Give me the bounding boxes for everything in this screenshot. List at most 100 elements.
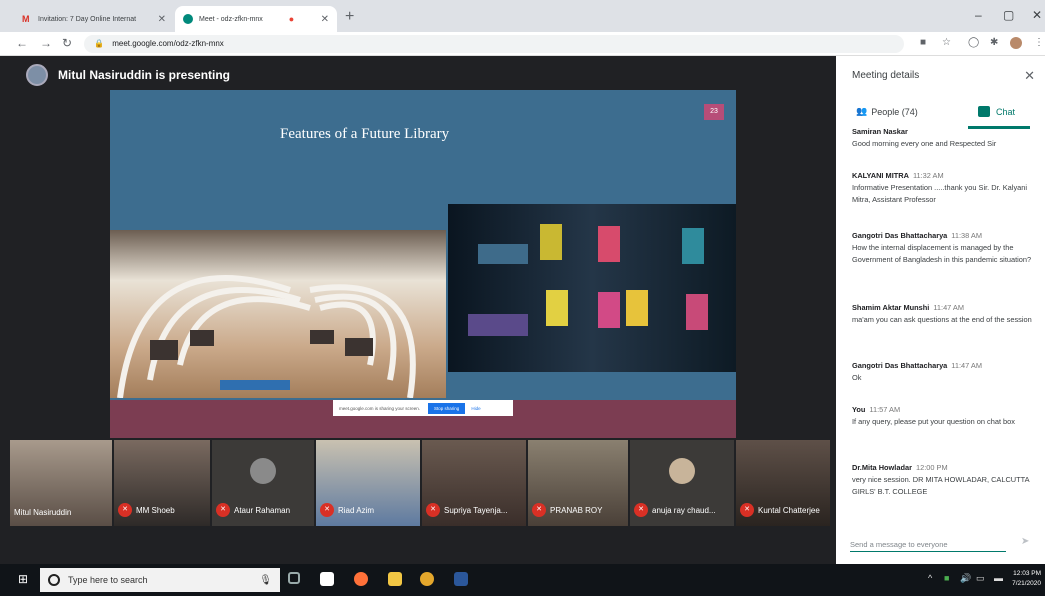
stop-sharing-button[interactable]: Stop sharing	[428, 402, 466, 414]
new-tab-button[interactable]: +	[345, 8, 354, 26]
book	[546, 290, 568, 326]
chat-message: KALYANI MITRA 11:32 AM Informative Presen…	[852, 170, 1040, 206]
library-interior-image	[110, 230, 446, 399]
network-icon[interactable]: ▭	[976, 573, 985, 584]
menu-dots-icon[interactable]: ⋮	[1034, 37, 1044, 48]
slide-number: 23	[704, 104, 724, 120]
url-text: meet.google.com/odz-zfkn-mnx	[112, 39, 224, 48]
participant-tile[interactable]: ✕ Supriya Tayenja...	[422, 440, 526, 526]
word-icon[interactable]	[454, 572, 468, 586]
chat-message: You 11:57 AM If any query, please put you…	[852, 404, 1040, 428]
taskbar-clock[interactable]: 12:03 PM 7/21/2020	[1012, 569, 1041, 589]
shared-slide: Features of a Future Library 23 meet.goo…	[110, 90, 736, 438]
message-text: If any query, please put your question o…	[852, 417, 1015, 426]
windows-taskbar: ⊞ Type here to search 🎙 ^ ■ 🔊 ▭ ▬ 12:03 …	[0, 564, 1045, 596]
minimize-button[interactable]: –	[975, 8, 982, 22]
recording-indicator-icon: ●	[288, 14, 295, 24]
participant-name: PRANAB ROY	[550, 505, 603, 515]
meet-icon	[183, 14, 193, 24]
task-view-icon[interactable]	[288, 572, 300, 584]
mic-off-icon: ✕	[118, 503, 132, 517]
chat-messages: Samiran Naskar Good morning every one an…	[852, 126, 1040, 518]
forward-icon[interactable]: →	[40, 36, 52, 50]
message-sender: You	[852, 405, 866, 414]
participant-name: Ataur Rahaman	[234, 505, 291, 515]
keyboard-icon[interactable]: ▬	[994, 573, 1003, 583]
chat-message: Samiran Naskar Good morning every one an…	[852, 126, 1040, 150]
chrome-icon[interactable]	[420, 572, 434, 586]
taskbar-search[interactable]: Type here to search 🎙	[40, 568, 280, 592]
chat-message-input[interactable]: Send a message to everyone	[850, 534, 1006, 552]
tray-chevron-icon[interactable]: ^	[928, 573, 932, 583]
message-text: very nice session. DR MITA HOWLADAR, CAL…	[852, 475, 1030, 496]
participant-tile[interactable]: ✕ Riad Azim	[316, 440, 420, 526]
send-icon[interactable]: ➤	[1021, 536, 1029, 547]
library-arches-drawing	[117, 274, 416, 399]
mic-off-icon: ✕	[426, 503, 440, 517]
participant-tile[interactable]: Mitul Nasiruddin	[10, 440, 112, 526]
close-window-button[interactable]: ✕	[1032, 8, 1042, 22]
participant-name: anuja ray chaud...	[652, 505, 716, 515]
message-text: ma'am you can ask questions at the end o…	[852, 315, 1032, 324]
browser-tab-bar: M Invitation: 7 Day Online Internat ✕ Me…	[0, 0, 1045, 32]
message-sender: Shamim Aktar Munshi	[852, 303, 930, 312]
participant-tile[interactable]: ✕ Ataur Rahaman	[212, 440, 314, 526]
maximize-button[interactable]: ▢	[1003, 8, 1014, 22]
book	[478, 244, 528, 264]
participant-tile[interactable]: ✕ PRANAB ROY	[528, 440, 628, 526]
volume-icon[interactable]: 🔊	[960, 573, 971, 584]
message-time: 11:57 AM	[869, 405, 901, 414]
mic-off-icon: ✕	[320, 503, 334, 517]
clock-time: 12:03 PM	[1013, 570, 1041, 577]
participant-tile[interactable]: ✕ MM Shoeb	[114, 440, 210, 526]
tray-app-icon[interactable]: ■	[944, 573, 949, 583]
message-sender: Gangotri Das Bhattacharya	[852, 231, 948, 240]
tab-label: Meet - odz-zfkn-mnx	[199, 15, 263, 23]
windows-start-icon[interactable]: ⊞	[18, 572, 28, 586]
tab-meet[interactable]: Meet - odz-zfkn-mnx ● ✕	[175, 6, 337, 32]
microphone-icon[interactable]: 🎙	[259, 575, 272, 586]
file-explorer-icon[interactable]	[388, 572, 402, 586]
people-icon: 👥	[856, 106, 868, 116]
participant-name: Kuntal Chatterjee	[758, 505, 820, 515]
close-tab-icon[interactable]: ✕	[321, 14, 329, 25]
presenter-avatar	[26, 64, 48, 86]
meeting-details-panel: Meeting details ✕ 👥 People (74) Chat Sam…	[836, 56, 1045, 564]
meet-stage: Mitul Nasiruddin is presenting Features …	[0, 56, 836, 564]
reload-icon[interactable]: ↻	[62, 36, 72, 50]
close-tab-icon[interactable]: ✕	[158, 14, 166, 25]
book	[598, 226, 620, 262]
close-panel-icon[interactable]: ✕	[1024, 68, 1035, 84]
bookshelf-image	[448, 204, 736, 372]
store-icon[interactable]	[320, 572, 334, 586]
tab-people[interactable]: 👥 People (74)	[856, 106, 918, 117]
tab-chat[interactable]: Chat	[978, 106, 1015, 117]
profile-avatar[interactable]	[1010, 37, 1022, 49]
message-text: Ok	[852, 373, 862, 382]
search-placeholder: Type here to search	[68, 575, 148, 585]
mic-off-icon: ✕	[216, 503, 230, 517]
participant-name: Supriya Tayenja...	[444, 505, 508, 515]
presenter-banner: Mitul Nasiruddin is presenting	[26, 64, 230, 86]
chat-icon	[978, 106, 990, 117]
address-bar-row: ← → ↻ 🔒 meet.google.com/odz-zfkn-mnx ■ ☆…	[0, 32, 1045, 56]
participant-tile[interactable]: ✕ Kuntal Chatterjee	[736, 440, 830, 526]
url-field[interactable]: 🔒 meet.google.com/odz-zfkn-mnx	[84, 35, 904, 53]
mic-off-icon: ✕	[532, 503, 546, 517]
search-icon	[48, 574, 60, 586]
extension-icon[interactable]: ◯	[968, 37, 979, 48]
camera-icon[interactable]: ■	[920, 37, 926, 48]
panel-title: Meeting details	[852, 70, 920, 81]
participant-tile[interactable]: ✕ anuja ray chaud...	[630, 440, 734, 526]
hide-button[interactable]: Hide	[471, 406, 480, 411]
tab-gmail-invitation[interactable]: M Invitation: 7 Day Online Internat ✕	[14, 6, 174, 32]
book	[468, 314, 528, 336]
bookmark-star-icon[interactable]: ☆	[942, 37, 951, 48]
participant-name: Riad Azim	[338, 505, 375, 515]
mic-off-icon: ✕	[740, 503, 754, 517]
people-tab-label: People (74)	[871, 106, 918, 117]
puzzle-icon[interactable]: ✱	[990, 37, 998, 48]
firefox-icon[interactable]	[354, 572, 368, 586]
message-text: Informative Presentation .....thank you …	[852, 183, 1027, 204]
back-icon[interactable]: ←	[16, 36, 28, 50]
